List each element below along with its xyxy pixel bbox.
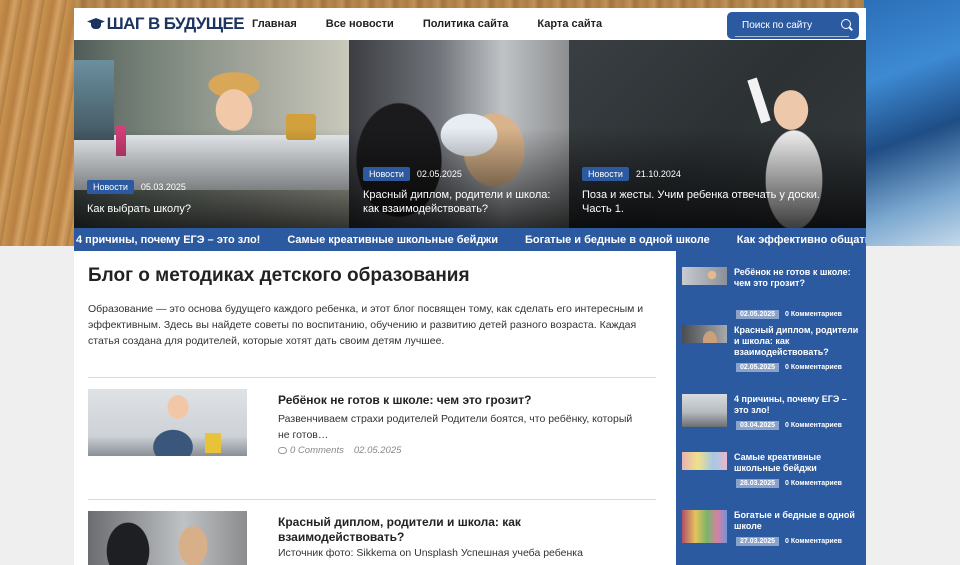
sidebar-post-date: 03.04.2025 (736, 421, 780, 430)
sidebar-thumbnail[interactable] (682, 394, 727, 427)
main-nav: Главная Все новости Политика сайта Карта… (244, 8, 631, 40)
sidebar-post-title[interactable]: Богатые и бедные в одной школе (734, 510, 859, 532)
post-comments[interactable]: 0 Comments (290, 445, 344, 456)
logo-text: ШАГ В БУДУЩЕЕ (106, 14, 245, 33)
slide-date: 02.05.2025 (416, 169, 462, 179)
nav-sitemap[interactable]: Карта сайта (537, 18, 602, 30)
sidebar-post-title[interactable]: 4 причины, почему ЕГЭ – это зло! (734, 394, 859, 416)
post-title[interactable]: Красный диплом, родители и школа: как вз… (278, 515, 578, 545)
comment-icon (278, 447, 287, 454)
post-meta: 0 Comments 02.05.2025 (278, 445, 401, 456)
ticker-item[interactable]: Как эффективно общаться с педаго (737, 234, 866, 246)
slide-title[interactable]: Поза и жесты. Учим ребенка отвечать у до… (582, 188, 842, 216)
background-school-supplies (864, 0, 960, 246)
sidebar-post-date: 02.05.2025 (736, 363, 780, 372)
site-logo[interactable]: ШАГ В БУДУЩЕЕ (74, 8, 245, 40)
post-excerpt: Развенчиваем страхи родителей Родители б… (278, 413, 633, 441)
category-badge[interactable]: Новости (582, 167, 629, 181)
slide-2[interactable]: Новости 02.05.2025 Красный диплом, родит… (349, 40, 569, 228)
intro-text: Образование — это основа будущего каждог… (88, 303, 644, 347)
sidebar-post-title[interactable]: Ребёнок не готов к школе: чем это грозит… (734, 267, 859, 289)
post-title[interactable]: Ребёнок не готов к школе: чем это грозит… (278, 393, 578, 408)
sidebar-post-date: 02.05.2025 (736, 310, 780, 319)
slide-1[interactable]: Новости 05.03.2025 Как выбрать школу? (74, 40, 349, 228)
search-input[interactable]: Поиск по сайту (727, 12, 859, 39)
nav-site-policy[interactable]: Политика сайта (423, 18, 509, 30)
divider (88, 499, 656, 500)
background-wood (0, 0, 74, 246)
ticker-item[interactable]: Богатые и бедные в одной школе (525, 234, 710, 246)
post-thumbnail[interactable] (88, 389, 247, 456)
nav-all-news[interactable]: Все новости (326, 18, 394, 30)
sidebar-post-comments[interactable]: 0 Комментариев (785, 422, 842, 429)
graduation-cap-icon (87, 17, 105, 31)
hero-slider: Новости 05.03.2025 Как выбрать школу? Но… (74, 40, 866, 228)
divider (88, 377, 656, 378)
sidebar-post-comments[interactable]: 0 Комментариев (785, 364, 842, 371)
page-title: Блог о методиках детского образования (88, 265, 470, 286)
sidebar-post-date: 27.03.2025 (736, 537, 780, 546)
sidebar-post-comments[interactable]: 0 Комментариев (785, 538, 842, 545)
sidebar-thumbnail[interactable] (682, 325, 727, 343)
slide-date: 21.10.2024 (635, 169, 681, 179)
sidebar-post-title[interactable]: Самые креативные школьные бейджи (734, 452, 859, 474)
post-excerpt: Источник фото: Sikkema on Unsplash Успеш… (278, 547, 583, 559)
search-placeholder: Поиск по сайту (742, 20, 813, 31)
slide-date: 05.03.2025 (140, 182, 186, 192)
category-badge[interactable]: Новости (87, 180, 134, 194)
sidebar-post-comments[interactable]: 0 Комментариев (785, 311, 842, 318)
news-ticker: 4 причины, почему ЕГЭ – это зло! Самые к… (74, 228, 866, 251)
sidebar-recent-posts: Ребёнок не готов к школе: чем это грозит… (676, 251, 866, 565)
slide-3[interactable]: Новости 21.10.2024 Поза и жесты. Учим ре… (569, 40, 866, 228)
sidebar-thumbnail[interactable] (682, 267, 727, 285)
post-thumbnail[interactable] (88, 511, 247, 565)
sidebar-post-comments[interactable]: 0 Комментариев (785, 480, 842, 487)
nav-home[interactable]: Главная (252, 18, 297, 30)
post-date: 02.05.2025 (353, 445, 402, 456)
sidebar-post-title[interactable]: Красный диплом, родители и школа: как вз… (734, 325, 859, 358)
ticker-item[interactable]: 4 причины, почему ЕГЭ – это зло! (76, 234, 260, 246)
sidebar-thumbnail[interactable] (682, 452, 727, 470)
ticker-item[interactable]: Самые креативные школьные бейджи (287, 234, 498, 246)
sidebar-post-date: 28.03.2025 (736, 479, 780, 488)
search-icon[interactable] (841, 19, 851, 29)
search-underline (735, 36, 849, 37)
slide-title[interactable]: Красный диплом, родители и школа: как вз… (363, 188, 563, 216)
sidebar-thumbnail[interactable] (682, 510, 727, 543)
slide-title[interactable]: Как выбрать школу? (87, 202, 327, 216)
main-content: Блог о методиках детского образования Об… (74, 251, 676, 565)
category-badge[interactable]: Новости (363, 167, 410, 181)
